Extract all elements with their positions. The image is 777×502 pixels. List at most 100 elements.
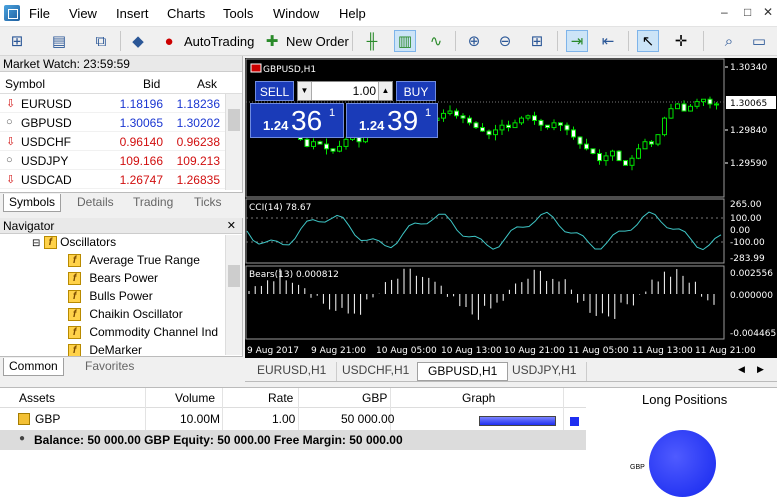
navigator-indicator-item[interactable]: f Chaikin Oscillator (68, 307, 183, 325)
scrollbar-thumb[interactable] (228, 265, 240, 287)
menu-insert[interactable]: Insert (116, 6, 149, 21)
menu-help[interactable]: Help (339, 6, 366, 21)
menu-charts[interactable]: Charts (167, 6, 205, 21)
new-order-icon[interactable]: ✚ (261, 30, 283, 52)
market-watch-title: Market Watch: 23:59:59 (0, 56, 242, 72)
profiles-icon[interactable]: ▤ (48, 30, 70, 52)
tab-ticks[interactable]: Ticks (189, 194, 227, 212)
navigator-indicator-item[interactable]: f Bears Power (68, 271, 158, 289)
zoom-in-icon[interactable]: ⊕ (463, 30, 485, 52)
tab-common[interactable]: Common (3, 358, 64, 376)
chart-shift-icon[interactable]: ⇤ (597, 30, 619, 52)
tab-eurusd-h1[interactable]: EURUSD,H1 (247, 362, 338, 381)
bar-chart-icon[interactable]: ╫ (361, 30, 383, 52)
navigator-scrollbar[interactable] (225, 235, 242, 355)
time-axis-label: 9 Aug 2017 (247, 346, 299, 356)
menu-bar: File View Insert Charts Tools Window Hel… (0, 0, 777, 27)
column-gbp[interactable]: GBP (362, 391, 387, 405)
indicator-icon: f (68, 308, 81, 322)
column-graph[interactable]: Graph (462, 391, 495, 405)
column-bid[interactable]: Bid (143, 77, 160, 91)
tab-gbpusd-h1[interactable]: GBPUSD,H1 (417, 362, 509, 381)
candle-body (681, 103, 687, 112)
menu-window[interactable]: Window (273, 6, 319, 21)
symbol-name: USDCAD (21, 173, 72, 187)
lot-increase-icon[interactable]: ▲ (378, 82, 392, 100)
column-symbol[interactable]: Symbol (5, 77, 45, 91)
market-watch-row[interactable]: ⇩ USDCAD 1.26747 1.26835 (0, 170, 242, 189)
lot-size-input[interactable] (314, 83, 376, 99)
menu-file[interactable]: File (29, 6, 50, 21)
market-icon[interactable]: ◆ (127, 30, 149, 52)
market-watch-scrollbar[interactable] (225, 94, 242, 190)
navigator-indicator-item[interactable]: f Bulls Power (68, 289, 153, 307)
navigator-title: Navigator (0, 218, 242, 234)
sell-price-box[interactable]: 1.24 36 1 (250, 103, 344, 138)
column-volume[interactable]: Volume (175, 391, 215, 405)
lot-size-stepper[interactable]: ▼ ▲ (297, 81, 393, 101)
tile-windows-icon[interactable]: ⊞ (526, 30, 548, 52)
tab-usdchf-h1[interactable]: USDCHF,H1 (332, 362, 421, 381)
new-chart-icon[interactable]: ⊞ (6, 30, 28, 52)
market-watch-row[interactable]: ○ USDJPY 109.166 109.213 (0, 151, 242, 170)
ask-price: 1.18236 (176, 97, 220, 111)
line-chart-icon[interactable]: ∿ (425, 30, 447, 52)
menu-view[interactable]: View (69, 6, 97, 21)
bid-price: 0.96140 (119, 135, 163, 149)
close-button[interactable]: ✕ (763, 5, 773, 19)
menu-tools[interactable]: Tools (223, 6, 253, 21)
column-ask[interactable]: Ask (197, 77, 217, 91)
candle-body (441, 112, 446, 119)
lot-decrease-icon[interactable]: ▼ (298, 82, 312, 100)
toolbar-separator (703, 31, 704, 51)
sell-button[interactable]: SELL (255, 81, 294, 101)
tab-details[interactable]: Details (72, 194, 119, 212)
candlestick-chart-icon[interactable]: ▥ (394, 30, 416, 52)
column-assets[interactable]: Assets (19, 391, 55, 405)
tab-trading[interactable]: Trading (128, 194, 178, 212)
folder-icon: f (43, 236, 57, 250)
bid-price: 1.26747 (119, 173, 163, 187)
market-watch-row[interactable]: ○ GBPUSD 1.30065 1.30202 (0, 113, 242, 132)
close-icon[interactable]: ✕ (227, 219, 236, 232)
tab-favorites[interactable]: Favorites (80, 358, 139, 376)
candle-body (616, 150, 622, 162)
minimize-button[interactable]: – (721, 5, 728, 19)
tab-scroll-right-icon[interactable]: ▶ (757, 364, 764, 375)
circle-icon: ○ (6, 154, 13, 166)
cci-label: CCI(14) 78.67 (249, 203, 311, 213)
market-watch-row[interactable]: ⇩ EURUSD 1.18196 1.18236 (0, 94, 242, 113)
column-rate[interactable]: Rate (268, 391, 293, 405)
candle-body (317, 141, 323, 145)
navigator-indicator-item[interactable]: f Average True Range (68, 253, 200, 271)
candle-body (311, 141, 316, 147)
search-icon[interactable]: ⌕ (718, 30, 740, 52)
tree-folder-oscillators[interactable]: ⊟ f Oscillators (32, 235, 116, 253)
buy-button[interactable]: BUY (396, 81, 436, 101)
new-order-button[interactable]: New Order (286, 34, 349, 49)
cursor-icon[interactable]: ↖ (637, 30, 659, 52)
candle-body (597, 153, 602, 162)
tab-symbols[interactable]: Symbols (3, 194, 62, 212)
maximize-button[interactable]: □ (744, 5, 751, 19)
buy-price-box[interactable]: 1.24 39 1 (346, 103, 438, 138)
asset-row[interactable]: GBP 10.00M 1.00 50 000.00 (0, 409, 586, 429)
navigator-indicator-item[interactable]: f Commodity Channel Ind (68, 325, 218, 343)
autotrading-button[interactable]: AutoTrading (184, 34, 254, 49)
tab-usdjpy-h1[interactable]: USDJPY,H1 (502, 362, 588, 381)
market-watch-tabs: Symbols Details Trading Ticks (0, 192, 243, 212)
crosshair-icon[interactable]: ✛ (670, 30, 692, 52)
templates-icon[interactable]: ⧉ (90, 30, 112, 52)
candle-body (538, 119, 544, 126)
auto-scroll-icon[interactable]: ⇥ (566, 30, 588, 52)
candle-body (493, 129, 498, 136)
chat-icon[interactable]: ▭ (748, 30, 770, 52)
toolbar-separator (455, 31, 456, 51)
zoom-out-icon[interactable]: ⊖ (494, 30, 516, 52)
pie-label: GBP (630, 464, 645, 471)
symbol-name: EURUSD (21, 97, 72, 111)
scrollbar-thumb[interactable] (228, 109, 240, 131)
tab-scroll-left-icon[interactable]: ◀ (738, 364, 745, 375)
market-watch-row[interactable]: ⇩ USDCHF 0.96140 0.96238 (0, 132, 242, 151)
autotrading-icon[interactable]: ● (158, 30, 180, 52)
